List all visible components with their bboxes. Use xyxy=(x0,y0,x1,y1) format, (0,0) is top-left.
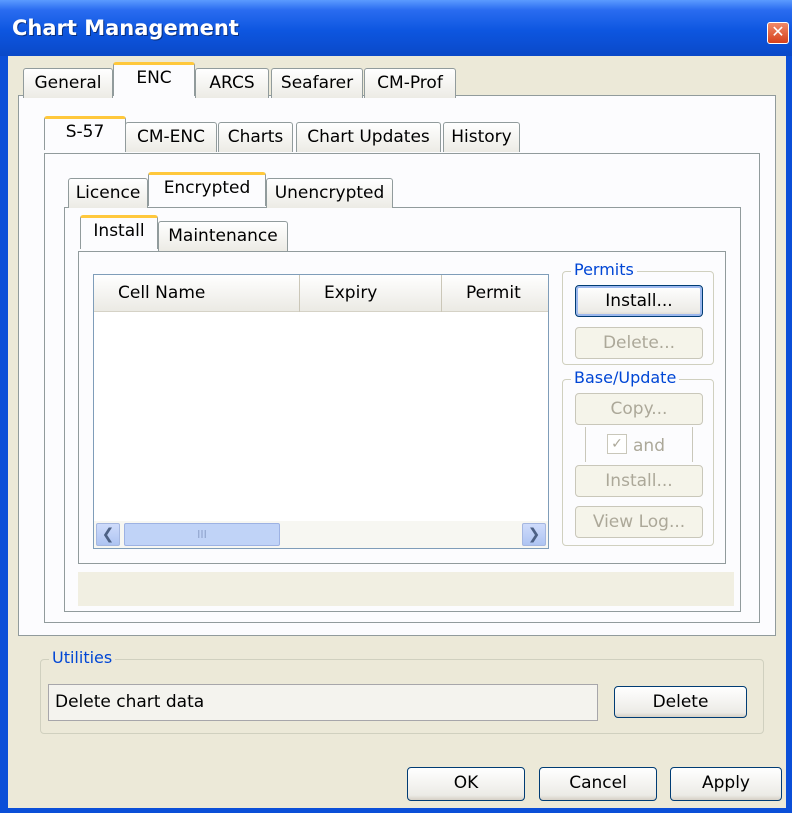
chart-management-window: Chart Management ✕ General ENC ARCS Seaf… xyxy=(0,0,792,813)
chevron-right-icon: ❯ xyxy=(527,525,541,543)
tab-history[interactable]: History xyxy=(443,122,520,152)
tab-unencrypted[interactable]: Unencrypted xyxy=(266,178,393,208)
horizontal-scrollbar[interactable]: ❮ III ❯ xyxy=(94,521,548,548)
column-permit[interactable]: Permit xyxy=(442,275,548,312)
close-button[interactable]: ✕ xyxy=(767,22,789,44)
copy-button[interactable]: Copy... xyxy=(575,393,703,425)
scroll-right-button[interactable]: ❯ xyxy=(522,523,546,546)
close-icon: ✕ xyxy=(771,22,785,41)
apply-button[interactable]: Apply xyxy=(670,767,782,801)
base-update-group-label: Base/Update xyxy=(571,368,680,387)
tab-encrypted[interactable]: Encrypted xyxy=(148,172,266,206)
cell-list-header: Cell Name Expiry Permit xyxy=(94,275,548,312)
cancel-button[interactable]: Cancel xyxy=(539,767,657,801)
and-checkbox[interactable]: ✓ xyxy=(607,434,627,454)
chevron-left-icon: ❮ xyxy=(101,525,115,543)
tab-licence[interactable]: Licence xyxy=(68,178,148,208)
tab-cm-enc[interactable]: CM-ENC xyxy=(125,122,217,152)
checkmark-icon: ✓ xyxy=(611,436,623,452)
permits-install-button[interactable]: Install... xyxy=(575,285,703,317)
utilities-text-field: Delete chart data xyxy=(48,684,598,721)
ok-button[interactable]: OK xyxy=(407,767,525,801)
tab-install[interactable]: Install xyxy=(80,215,158,249)
window-title: Chart Management xyxy=(12,16,239,40)
tab-arcs[interactable]: ARCS xyxy=(195,68,269,98)
view-log-button[interactable]: View Log... xyxy=(575,506,703,538)
tab-cm-prof[interactable]: CM-Prof xyxy=(364,68,456,98)
tab-chart-updates[interactable]: Chart Updates xyxy=(296,122,441,152)
scroll-thumb-grip: III xyxy=(197,528,207,541)
tab-general[interactable]: General xyxy=(23,68,113,98)
column-cell-name[interactable]: Cell Name xyxy=(94,275,300,312)
tab-enc[interactable]: ENC xyxy=(113,62,195,96)
delete-chart-data-button[interactable]: Delete xyxy=(614,686,747,718)
base-update-install-button[interactable]: Install... xyxy=(575,465,703,497)
status-strip xyxy=(78,572,734,606)
permits-group-label: Permits xyxy=(571,260,637,279)
tab-charts[interactable]: Charts xyxy=(218,122,293,152)
column-expiry[interactable]: Expiry xyxy=(300,275,442,312)
title-bar[interactable]: Chart Management ✕ xyxy=(0,0,792,56)
tab-seafarer[interactable]: Seafarer xyxy=(271,68,363,98)
and-checkbox-label: and xyxy=(633,436,665,456)
scroll-thumb[interactable]: III xyxy=(124,523,280,546)
tab-s57[interactable]: S-57 xyxy=(44,116,126,150)
scroll-left-button[interactable]: ❮ xyxy=(96,523,120,546)
tab-maintenance[interactable]: Maintenance xyxy=(158,221,288,251)
utilities-group-label: Utilities xyxy=(49,648,116,667)
permits-delete-button[interactable]: Delete... xyxy=(575,327,703,359)
cell-list[interactable]: Cell Name Expiry Permit ❮ III ❯ xyxy=(93,274,549,549)
